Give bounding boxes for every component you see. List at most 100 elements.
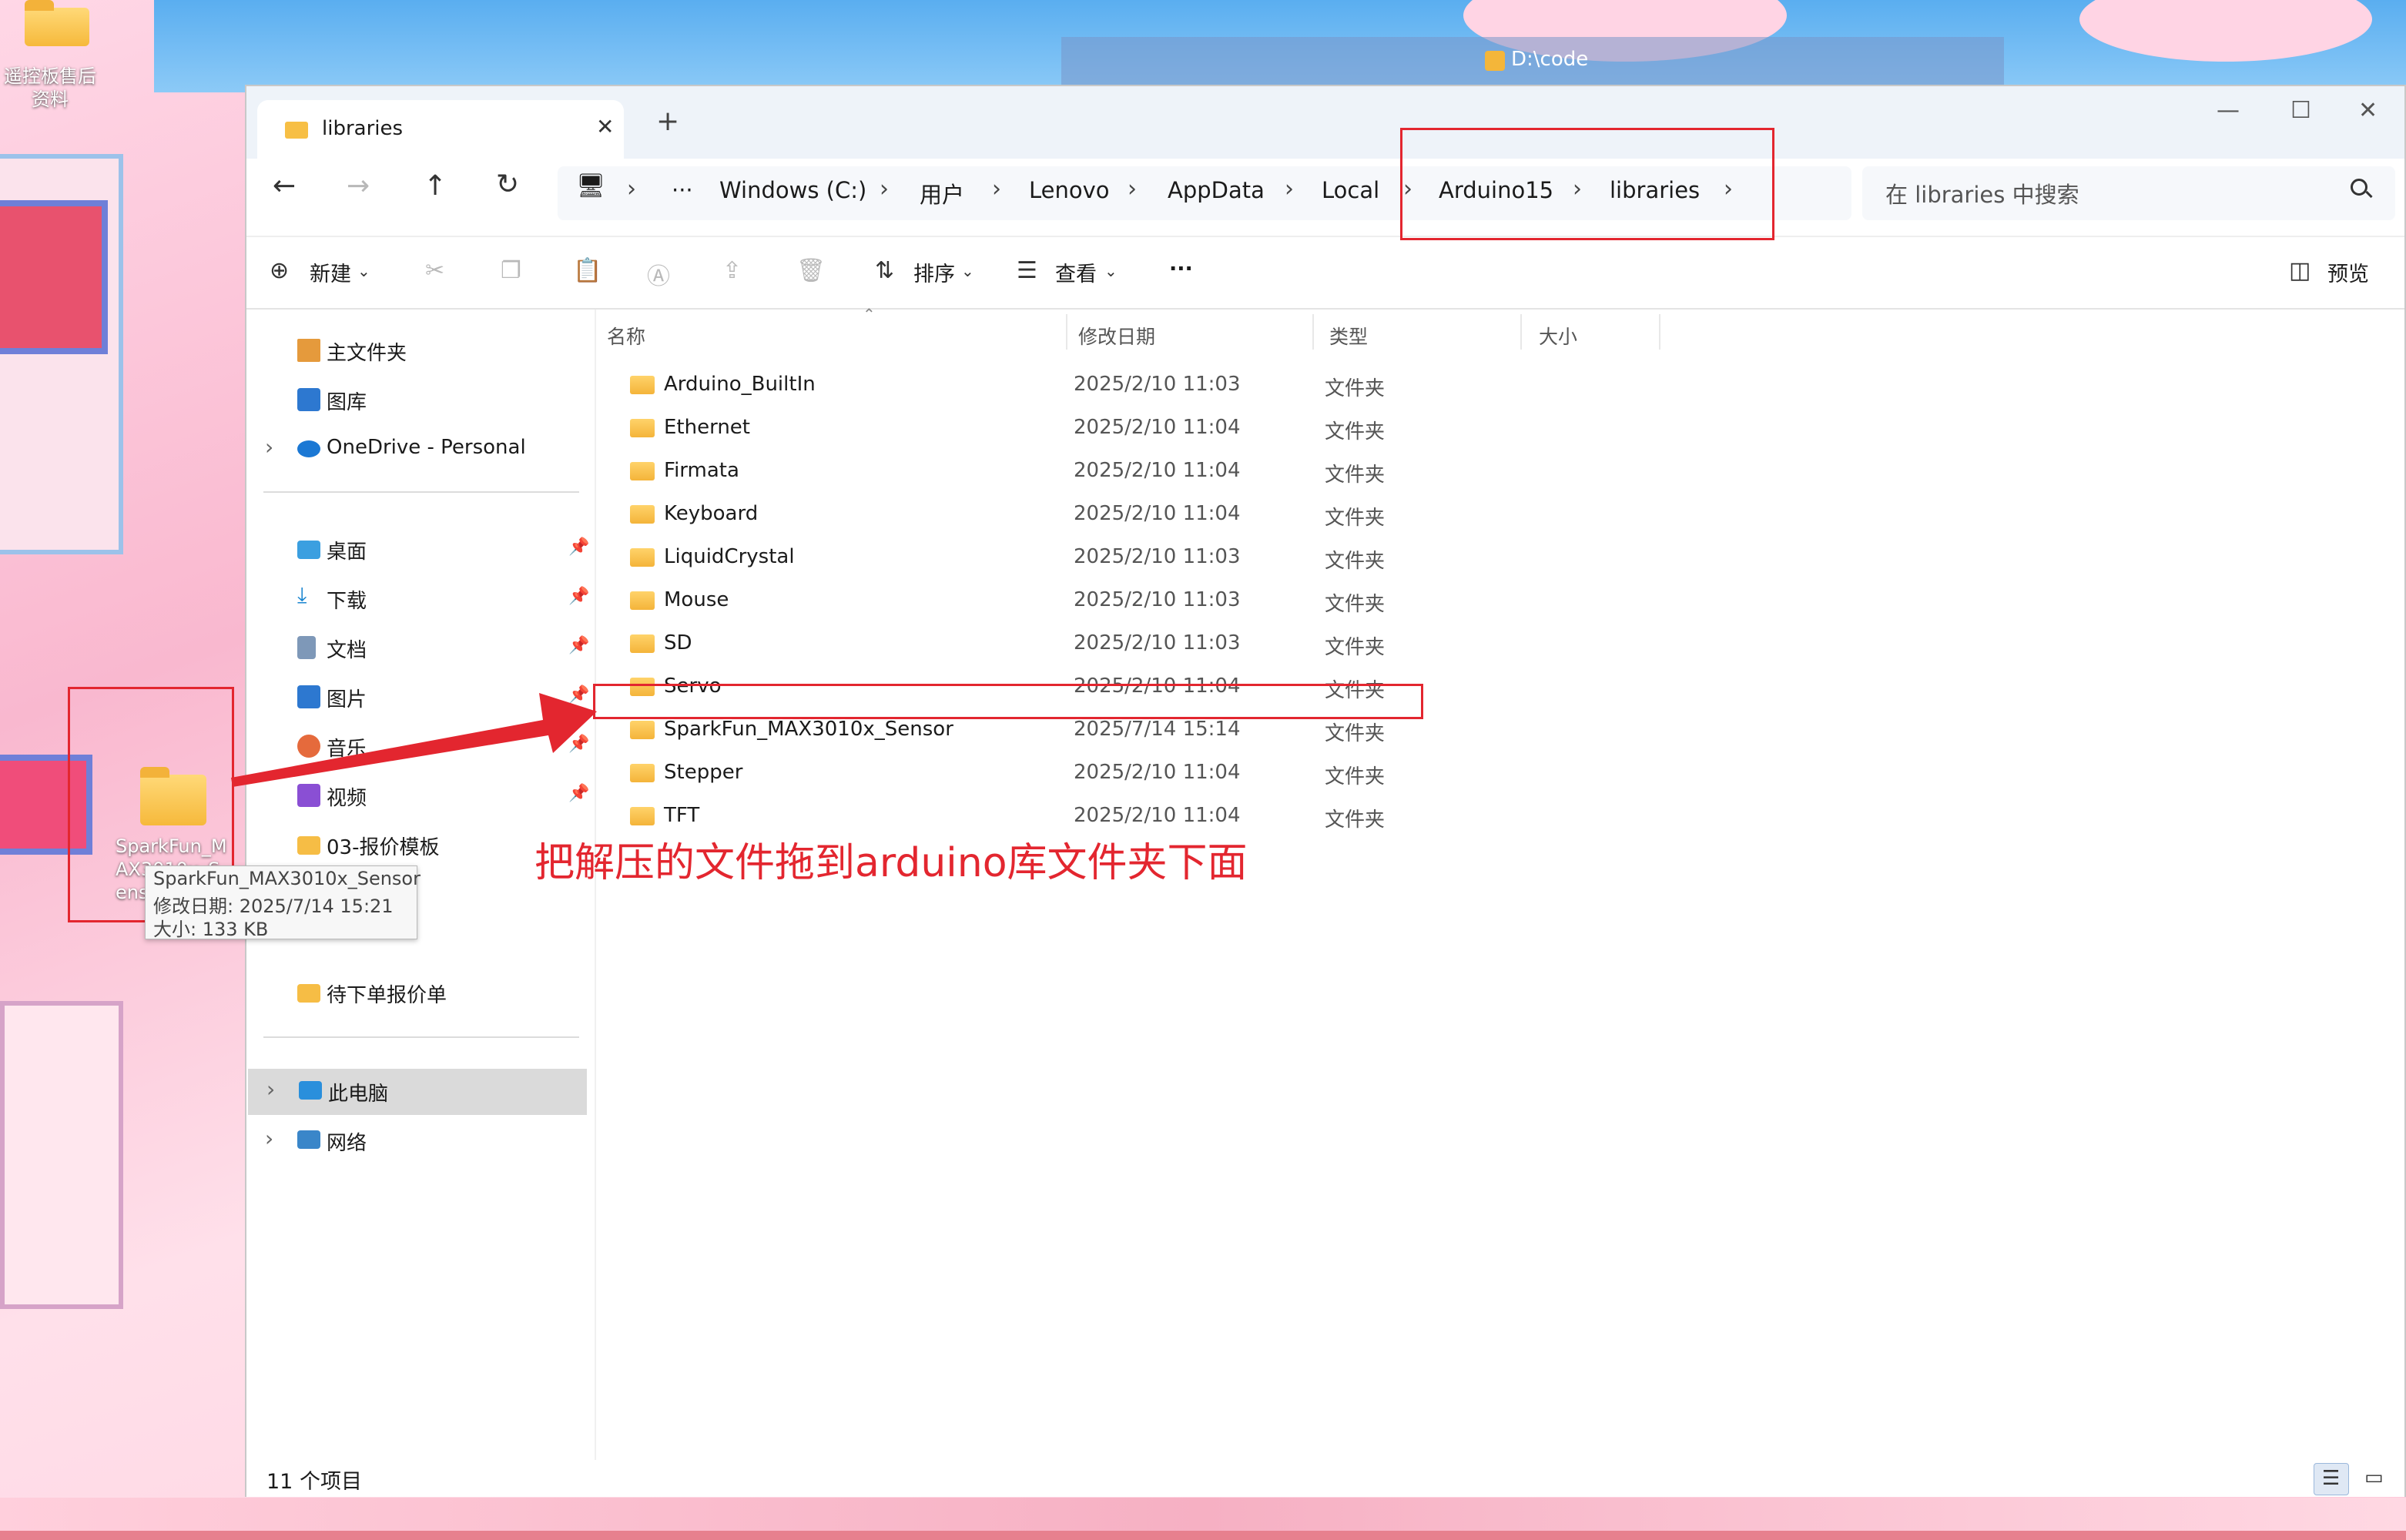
file-row[interactable]: SD 2025/2/10 11:03 文件夹 <box>596 622 1662 665</box>
column-separator[interactable] <box>1659 314 1660 350</box>
chevron-right-icon[interactable]: › <box>1285 176 1294 203</box>
file-row[interactable]: Stepper 2025/2/10 11:04 文件夹 <box>596 752 1662 795</box>
sidebar-item-onedrive[interactable]: › OneDrive - Personal <box>246 427 585 473</box>
column-separator[interactable] <box>1520 314 1522 350</box>
share-icon[interactable]: ⇪ <box>722 257 742 284</box>
desktop-folder-shortcut[interactable]: 遥控板售后资料 <box>4 0 103 116</box>
file-name: Stepper <box>664 761 743 784</box>
sidebar-item-downloads[interactable]: ⤓ 下载 📌 <box>246 576 589 622</box>
maximize-button[interactable]: ☐ <box>2290 97 2311 124</box>
sort-button[interactable]: 排序 <box>913 257 955 287</box>
breadcrumb-item[interactable]: Local <box>1322 177 1379 203</box>
sidebar-item-folder[interactable]: 待下单报价单 <box>246 970 585 1016</box>
column-separator[interactable] <box>1312 314 1314 350</box>
computer-icon <box>299 1081 322 1100</box>
breadcrumb-item[interactable]: Lenovo <box>1029 177 1110 203</box>
up-button[interactable]: ↑ <box>424 172 447 200</box>
chevron-right-icon[interactable]: › <box>992 176 1001 203</box>
sidebar-item-music[interactable]: 音乐 📌 <box>246 724 589 770</box>
breadcrumb-more[interactable]: ··· <box>672 177 693 203</box>
title-bar: libraries ✕ + — ☐ ✕ <box>246 86 2404 159</box>
tab-libraries[interactable]: libraries ✕ <box>257 100 624 159</box>
chevron-right-icon[interactable]: › <box>265 434 273 460</box>
file-row[interactable]: Arduino_BuiltIn 2025/2/10 11:03 文件夹 <box>596 363 1662 407</box>
file-name: Keyboard <box>664 502 759 525</box>
view-button[interactable]: 查看 <box>1055 257 1097 287</box>
sidebar-item-gallery[interactable]: 图库 <box>246 377 585 424</box>
pin-icon[interactable]: 📌 <box>568 537 589 557</box>
chevron-right-icon[interactable]: › <box>1128 176 1137 203</box>
file-type: 文件夹 <box>1325 636 1386 659</box>
back-button[interactable]: ← <box>273 172 296 200</box>
folder-icon <box>630 591 655 610</box>
sidebar-divider <box>263 1036 579 1038</box>
file-name: Firmata <box>664 459 739 482</box>
sidebar-item-desktop[interactable]: 桌面 📌 <box>246 527 589 573</box>
close-window-button[interactable]: ✕ <box>2358 97 2378 124</box>
desktop-bottom-strip <box>0 1531 2406 1540</box>
sidebar-item-documents[interactable]: 文档 📌 <box>246 625 589 671</box>
chevron-right-icon[interactable]: › <box>265 1126 273 1151</box>
sidebar-item-pictures[interactable]: 图片 📌 <box>246 675 589 721</box>
desktop-building <box>0 1001 123 1309</box>
sidebar-item-home[interactable]: 主文件夹 <box>246 328 585 374</box>
new-button[interactable]: 新建 <box>310 257 351 287</box>
delete-icon[interactable]: 🗑 <box>796 257 826 284</box>
search-icon[interactable] <box>2351 179 2367 196</box>
file-row[interactable]: Ethernet 2025/2/10 11:04 文件夹 <box>596 407 1662 450</box>
column-header-type[interactable]: 类型 <box>1319 310 1519 357</box>
file-name: SD <box>664 631 692 654</box>
file-row[interactable]: Keyboard 2025/2/10 11:04 文件夹 <box>596 493 1662 536</box>
folder-icon <box>630 721 655 739</box>
cut-icon[interactable]: ✂ <box>425 257 444 284</box>
column-header-date[interactable]: 修改日期 <box>1067 310 1314 357</box>
file-row[interactable]: Firmata 2025/2/10 11:04 文件夹 <box>596 450 1662 493</box>
status-bar: 11 个项目 ☰ ▭ <box>246 1460 2404 1497</box>
tooltip-name: SparkFun_MAX3010x_Sensor <box>153 868 421 889</box>
breadcrumb-item[interactable]: Windows (C:) <box>719 177 866 203</box>
pin-icon[interactable]: 📌 <box>568 636 589 655</box>
forward-button[interactable]: → <box>347 172 370 200</box>
paste-icon[interactable]: 📋 <box>573 257 602 284</box>
copy-icon[interactable]: ❐ <box>501 257 521 284</box>
refresh-button[interactable]: ↻ <box>496 171 519 199</box>
minimize-button[interactable]: — <box>2217 97 2240 124</box>
pin-icon[interactable]: 📌 <box>568 587 589 606</box>
column-header-name[interactable]: 名称 <box>596 310 1026 357</box>
annotation-instruction: 把解压的文件拖到arduino库文件夹下面 <box>534 840 1248 886</box>
preview-button[interactable]: 预览 <box>2327 257 2369 287</box>
file-type: 文件夹 <box>1325 550 1386 573</box>
sidebar-item-videos[interactable]: 视频 📌 <box>246 773 589 819</box>
pin-icon[interactable]: 📌 <box>568 735 589 754</box>
pin-icon[interactable]: 📌 <box>568 784 589 803</box>
chevron-right-icon[interactable]: › <box>627 176 636 203</box>
chevron-right-icon[interactable]: › <box>266 1076 275 1102</box>
file-name: SparkFun_MAX3010x_Sensor <box>664 718 953 741</box>
file-date: 2025/2/10 11:03 <box>1074 588 1241 611</box>
close-tab-icon[interactable]: ✕ <box>596 114 614 139</box>
details-view-button[interactable]: ☰ <box>2314 1463 2349 1495</box>
sidebar-item-network[interactable]: › 网络 <box>246 1118 585 1164</box>
file-type: 文件夹 <box>1325 722 1386 745</box>
pin-icon[interactable]: 📌 <box>568 685 589 705</box>
sidebar-item-this-pc[interactable]: › 此电脑 <box>248 1069 587 1115</box>
rename-icon[interactable]: Ⓐ <box>647 257 670 291</box>
search-placeholder: 在 libraries 中搜索 <box>1885 182 2079 208</box>
file-row[interactable]: LiquidCrystal 2025/2/10 11:03 文件夹 <box>596 536 1662 579</box>
computer-icon[interactable]: 🖥 <box>576 172 605 199</box>
chevron-right-icon[interactable]: › <box>880 176 889 203</box>
folder-icon <box>630 505 655 524</box>
breadcrumb-item[interactable]: 用户 <box>920 177 964 209</box>
column-header-size[interactable]: 大小 <box>1528 310 1659 357</box>
folder-icon <box>297 836 320 855</box>
tiles-view-button[interactable]: ▭ <box>2357 1463 2392 1495</box>
network-icon <box>297 1130 320 1149</box>
more-options-button[interactable]: ··· <box>1169 257 1193 281</box>
background-window-titlebar[interactable]: D:\code <box>1061 37 2004 85</box>
sidebar-item-label: 此电脑 <box>328 1083 389 1106</box>
folder-icon <box>285 122 308 139</box>
breadcrumb-item[interactable]: AppData <box>1168 177 1265 203</box>
column-header-label: 类型 <box>1329 326 1369 348</box>
file-row[interactable]: Mouse 2025/2/10 11:03 文件夹 <box>596 579 1662 622</box>
new-tab-button[interactable]: + <box>656 108 679 136</box>
